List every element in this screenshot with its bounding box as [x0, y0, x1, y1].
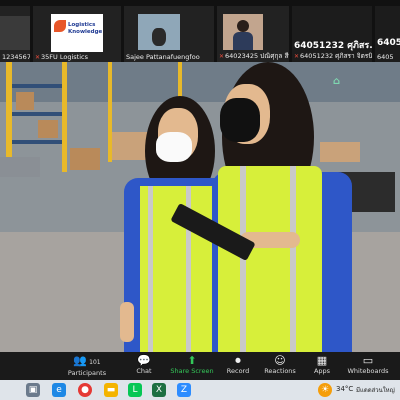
- participant-tile[interactable]: 64059 6405: [375, 6, 400, 62]
- participant-name: 1234567: [2, 53, 30, 61]
- arm: [120, 302, 134, 342]
- chat-icon: 💬: [137, 354, 151, 367]
- mic-muted-icon: ✕: [35, 54, 41, 61]
- weather-condition: มีแดดส่วนใหญ่: [356, 387, 395, 394]
- face-mask: [220, 98, 260, 142]
- participant-name: ✕64051232 ศุภิสรา จิตรนิน...: [294, 52, 372, 60]
- participant-tile[interactable]: ✕64023425 ปณิศุกุล สีนาก...: [217, 6, 289, 62]
- participants-label: Participants: [67, 369, 107, 377]
- rack-post: [62, 62, 67, 172]
- safety-vest: [218, 166, 322, 352]
- weather-temp: 34°C: [336, 385, 354, 393]
- participant-tile[interactable]: 1234567: [0, 6, 30, 62]
- face-mask: [156, 132, 192, 162]
- mic-muted-icon: ✕: [219, 53, 225, 60]
- pallet-box: [38, 120, 58, 138]
- participants-button[interactable]: 👥 101 Participants: [62, 354, 112, 377]
- participant-tile[interactable]: 64051232 ศุภิสร... ✕64051232 ศุภิสรา จิต…: [292, 6, 372, 62]
- participant-display-name: 64059: [377, 38, 400, 48]
- chat-label: Chat: [136, 367, 152, 375]
- participant-video: [0, 16, 30, 50]
- participant-tile[interactable]: Logistics Knowledge ✕35FU Logistics: [33, 6, 121, 62]
- participant-name: ✕35FU Logistics: [35, 53, 88, 61]
- vest-stripe: [290, 166, 296, 352]
- vest-stripe: [148, 186, 153, 352]
- logo-mark-icon: [54, 20, 66, 32]
- participant-strip: 1234567 Logistics Knowledge ✕35FU Logist…: [0, 0, 400, 62]
- logo-text: Logistics Knowledge: [68, 22, 103, 35]
- task-view-icon[interactable]: ▣: [26, 383, 40, 397]
- share-screen-icon: ⬆: [187, 354, 197, 367]
- main-video: ⌂: [0, 62, 400, 352]
- participant-video: [223, 14, 263, 50]
- edge-icon[interactable]: e: [52, 383, 66, 397]
- record-label: Record: [226, 367, 250, 375]
- logistics-logo: Logistics Knowledge: [51, 14, 103, 52]
- chat-button[interactable]: 💬 Chat: [119, 354, 169, 375]
- excel-icon[interactable]: X: [152, 383, 166, 397]
- pallet-box: [70, 148, 100, 170]
- participant-name: Sajee Pattanafuengfoo: [126, 53, 200, 61]
- pallet-box: [320, 142, 360, 162]
- participant-count: 101: [89, 359, 101, 366]
- pallet-box: [16, 92, 34, 110]
- rack-shelf: [12, 84, 62, 88]
- file-explorer-icon[interactable]: ▬: [104, 383, 118, 397]
- share-screen-label: Share Screen: [170, 367, 214, 375]
- whiteboards-icon: ▭: [362, 354, 374, 367]
- participant-display-name: 64051232 ศุภิสร...: [294, 41, 372, 51]
- line-icon[interactable]: L: [128, 383, 142, 397]
- share-screen-button[interactable]: ⬆ Share Screen: [167, 354, 217, 375]
- person-head: [237, 20, 249, 32]
- weather-icon[interactable]: ☀: [318, 383, 332, 397]
- mic-muted-icon: ✕: [294, 53, 300, 60]
- whiteboards-label: Whiteboards: [347, 367, 389, 375]
- meeting-controls: 👥 101 Participants 💬 Chat ⬆ Share Screen …: [0, 352, 400, 380]
- rack-post: [6, 62, 12, 172]
- participant-tile[interactable]: Sajee Pattanafuengfoo: [124, 6, 214, 62]
- rack-shelf: [12, 140, 62, 144]
- participant-name: 6405: [377, 53, 394, 61]
- chrome-icon[interactable]: ●: [78, 383, 92, 397]
- zoom-icon[interactable]: Z: [177, 383, 191, 397]
- pallet-stack: [0, 157, 40, 177]
- apps-button[interactable]: ▦ Apps: [297, 354, 347, 375]
- rack-shelf: [12, 112, 62, 116]
- apps-label: Apps: [313, 367, 331, 375]
- whiteboards-button[interactable]: ▭ Whiteboards: [343, 354, 393, 375]
- person-silhouette: [152, 28, 166, 46]
- participant-name: ✕64023425 ปณิศุกุล สีนาก...: [219, 52, 289, 60]
- person-body: [233, 32, 253, 50]
- logo-watermark-icon: ⌂: [333, 76, 341, 87]
- participants-icon: 👥 101: [73, 354, 101, 367]
- windows-taskbar: ▣ e ● ▬ L X Z ☀ 34°C มีแดดส่วนใหญ่: [0, 380, 400, 400]
- apps-icon: ▦: [316, 354, 328, 367]
- participant-video: [138, 14, 180, 50]
- reactions-label: Reactions: [264, 367, 296, 375]
